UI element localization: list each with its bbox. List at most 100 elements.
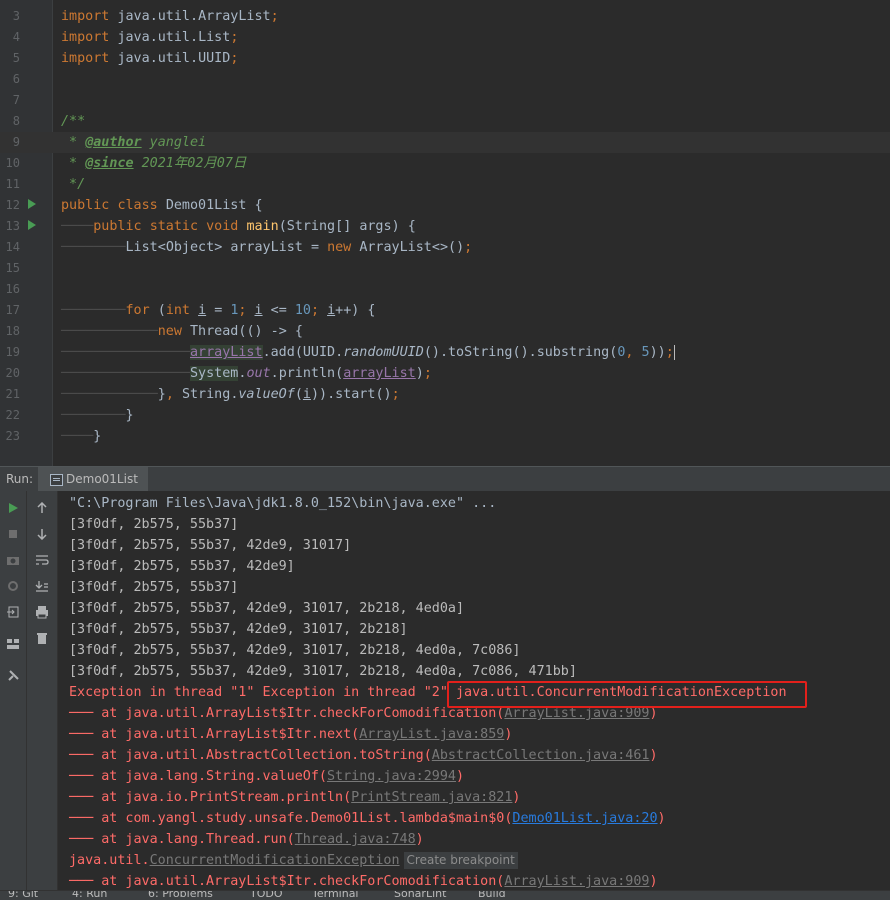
line-number: 8 — [12, 114, 20, 128]
code-token: util — [157, 51, 190, 66]
code-editor[interactable]: 3 import java.util.ArrayList; 4 import java… — [0, 0, 890, 466]
scroll-to-end-icon[interactable] — [33, 577, 51, 595]
code-token: { — [254, 198, 263, 213]
line-number: 21 — [5, 387, 20, 401]
code-token: ( — [512, 345, 521, 360]
trash-icon[interactable] — [33, 629, 51, 647]
source-link[interactable]: ArrayList.java:859 — [359, 727, 504, 742]
code-token: arrayList — [230, 240, 303, 255]
console-toolbar — [27, 491, 58, 891]
console-output-line: [3f0df, 2b575, 55b37, 42de9, 31017, 2b21… — [69, 622, 408, 637]
text-caret — [673, 344, 675, 360]
keyword: import — [61, 51, 110, 66]
source-link[interactable]: ArrayList.java:909 — [504, 874, 649, 889]
line-number: 18 — [5, 324, 20, 338]
code-token: ) — [254, 324, 263, 339]
keyword: static — [149, 219, 199, 234]
code-token: . — [262, 345, 271, 360]
code-text: ────────────}, String.valueOf(i)).start(… — [61, 384, 400, 405]
code-token: System — [190, 366, 239, 381]
stack-frame-close: ) — [504, 727, 513, 742]
rerun-icon[interactable] — [4, 499, 22, 517]
exception-highlight-box — [447, 681, 807, 708]
code-token: List — [198, 30, 231, 45]
source-link[interactable]: AbstractCollection.java:461 — [432, 748, 650, 763]
code-token: { — [407, 219, 416, 234]
print-icon[interactable] — [33, 603, 51, 621]
stack-indent: ─── — [69, 811, 94, 826]
punctuation: ; — [423, 366, 432, 381]
editor-line: 8 /** — [0, 111, 890, 132]
code-text: import java.util.List; — [61, 27, 238, 48]
code-token: ) — [383, 387, 392, 402]
create-breakpoint-button[interactable]: Create breakpoint — [403, 852, 518, 869]
keyword: for — [125, 303, 150, 318]
stack-indent: ─── — [69, 790, 94, 805]
run-label: Run: — [6, 472, 34, 486]
indent-guide: ──────────────── — [61, 366, 190, 381]
source-link[interactable]: String.java:2994 — [327, 769, 456, 784]
run-tab-demo01list[interactable]: Demo01List — [38, 467, 148, 491]
editor-line: 10 * @since 2021年02月07日 — [0, 153, 890, 174]
camera-icon[interactable] — [4, 551, 22, 569]
source-link[interactable]: ArrayList.java:909 — [504, 706, 649, 721]
code-token: ) — [319, 387, 328, 402]
soft-wrap-icon[interactable] — [33, 551, 51, 569]
settings-icon[interactable] — [4, 577, 22, 595]
captured-variable: arrayList — [343, 366, 416, 381]
editor-line: 9 * @author yanglei — [0, 132, 890, 153]
code-token: add — [270, 345, 295, 360]
editor-line: 7 — [0, 90, 890, 111]
line-number: 14 — [5, 240, 20, 254]
punctuation: ; — [310, 303, 319, 318]
code-token: ArrayList — [359, 240, 432, 255]
punctuation: , — [625, 345, 634, 360]
line-number: 15 — [5, 261, 20, 275]
run-gutter-icon[interactable] — [28, 220, 36, 230]
editor-line: 17 ────────for (int i = 1; i <= 10; i++) … — [0, 300, 890, 321]
layout-icon[interactable] — [4, 635, 22, 653]
source-link[interactable]: Thread.java:748 — [295, 832, 416, 847]
line-number: 12 — [5, 198, 20, 212]
exception-class-link[interactable]: ConcurrentModificationException — [150, 853, 400, 868]
pin-icon[interactable] — [4, 667, 22, 685]
code-token: ) — [657, 345, 666, 360]
exception-package: java.util. — [69, 853, 150, 868]
console-output-line: [3f0df, 2b575, 55b37, 42de9, 31017, 2b21… — [69, 664, 577, 679]
console-icon — [50, 474, 63, 486]
keyword: public — [61, 198, 110, 213]
code-token: } — [125, 408, 134, 423]
editor-line: 16 — [0, 279, 890, 300]
stop-icon[interactable] — [4, 525, 22, 543]
code-token: ( — [294, 387, 303, 402]
stack-trace-line: ─── at java.util.ArrayList$Itr.next(Arra… — [69, 724, 512, 745]
run-toolwindow-header: Run: Demo01List — [0, 466, 890, 492]
run-gutter-icon[interactable] — [28, 199, 36, 209]
code-token: ) — [520, 345, 529, 360]
code-token: util — [157, 9, 190, 24]
source-link[interactable]: Demo01List.java:20 — [512, 811, 657, 826]
code-token: Thread — [190, 324, 239, 339]
console-output-line: [3f0df, 2b575, 55b37] — [69, 517, 239, 532]
static-method: randomUUID — [343, 345, 424, 360]
code-token: . — [149, 51, 158, 66]
code-text: * @author yanglei — [61, 132, 206, 153]
static-field: out — [246, 366, 271, 381]
code-token: = — [214, 303, 223, 318]
keyword: class — [117, 198, 158, 213]
stack-indent: ─── — [69, 832, 94, 847]
console-output-line: [3f0df, 2b575, 55b37] — [69, 580, 239, 595]
login-icon[interactable] — [4, 603, 22, 621]
code-token: . — [149, 9, 158, 24]
stack-trace-line: ─── at java.io.PrintStream.println(Print… — [69, 787, 520, 808]
code-token: String — [181, 387, 231, 402]
up-arrow-icon[interactable] — [33, 499, 51, 517]
code-token: Object — [165, 240, 215, 255]
doc-comment: /** — [61, 114, 86, 129]
code-token: ] — [343, 219, 352, 234]
punctuation: ; — [391, 387, 400, 402]
source-link[interactable]: PrintStream.java:821 — [351, 790, 512, 805]
loop-variable: i — [198, 303, 207, 318]
loop-variable: i — [254, 303, 263, 318]
down-arrow-icon[interactable] — [33, 525, 51, 543]
